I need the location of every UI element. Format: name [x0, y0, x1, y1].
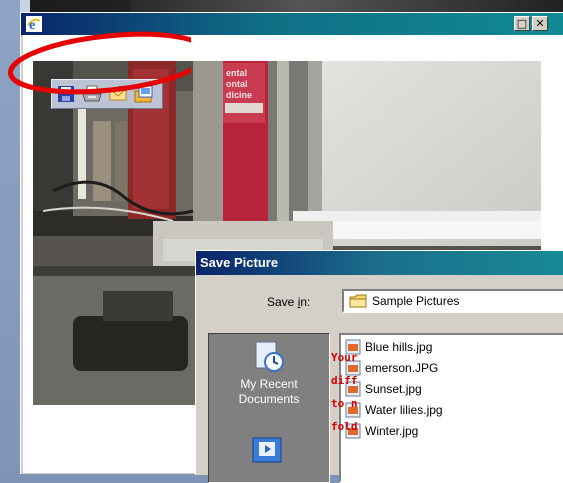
save-picture-button[interactable]	[55, 83, 77, 105]
close-button[interactable]: ✕	[532, 16, 548, 31]
email-picture-button[interactable]	[107, 83, 129, 105]
places-my-recent-documents[interactable]: My Recent Documents	[209, 340, 329, 407]
recent-documents-icon	[255, 341, 284, 372]
desktop-background-left	[0, 0, 20, 473]
note-line: to n	[331, 397, 358, 410]
save-in-value: Sample Pictures	[372, 294, 460, 308]
dialog-title[interactable]: Save Picture	[196, 251, 563, 275]
save-in-label: Save in:	[267, 295, 311, 309]
image-toolbar	[51, 79, 163, 109]
note-line: Your	[331, 351, 358, 364]
svg-text:dicine: dicine	[226, 90, 252, 100]
save-icon	[58, 86, 74, 102]
email-icon	[109, 86, 127, 101]
my-pictures-icon	[134, 85, 153, 103]
close-icon: ✕	[535, 17, 545, 30]
maximize-button[interactable]: □	[514, 16, 530, 31]
save-in-dropdown[interactable]: Sample Pictures	[342, 289, 563, 313]
folder-icon	[349, 294, 367, 308]
ie-icon: e	[26, 16, 42, 33]
svg-text:ental: ental	[226, 68, 247, 78]
my-pictures-button[interactable]	[133, 83, 155, 105]
desktop-icon	[252, 437, 282, 463]
desktop-background-top	[0, 0, 563, 12]
places-label-line2: Documents	[238, 392, 300, 406]
places-desktop[interactable]	[251, 436, 285, 471]
print-icon	[82, 85, 102, 102]
places-label-line1: My Recent	[240, 377, 298, 391]
annotation-note: Your diff to n fold	[331, 346, 391, 438]
window-titlebar[interactable]: e □ ✕	[21, 13, 563, 35]
svg-text:ontal: ontal	[226, 79, 248, 89]
note-line: fold	[331, 420, 358, 433]
places-bar: My Recent Documents	[208, 333, 330, 483]
note-line: diff	[331, 374, 358, 387]
print-button[interactable]	[81, 83, 103, 105]
maximize-icon: □	[516, 17, 528, 30]
